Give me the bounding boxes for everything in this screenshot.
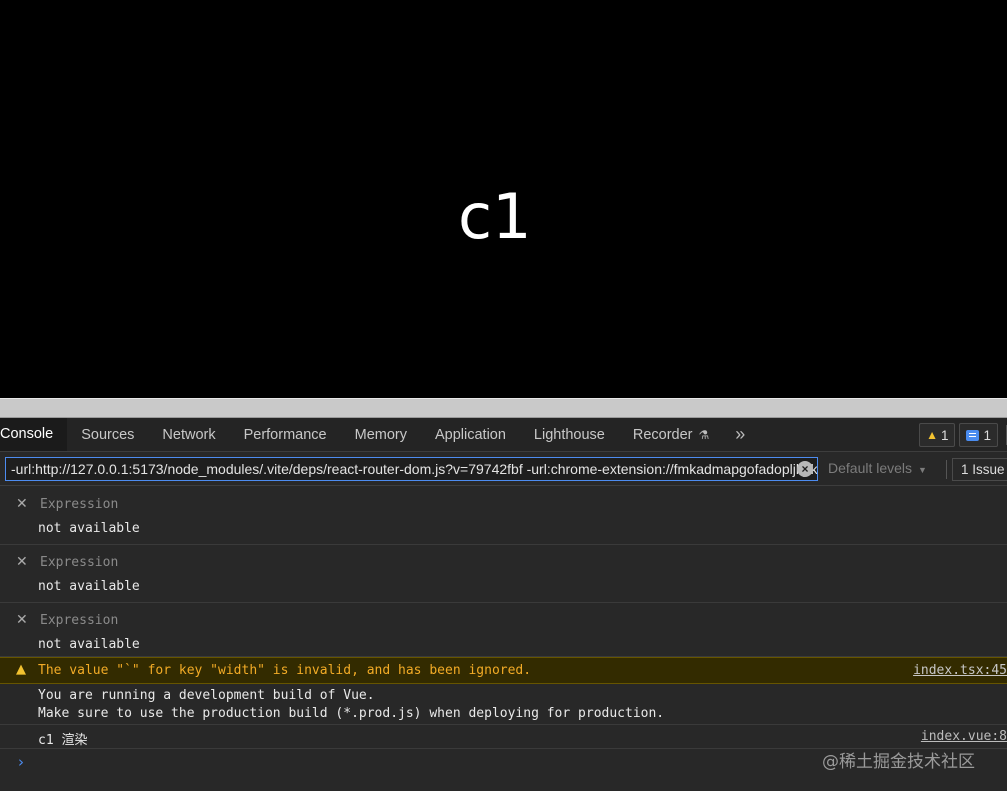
messages-counter-button[interactable]: 1 [959,423,998,447]
expression-value: not available [38,579,140,594]
source-link[interactable]: index.tsx:45 [913,663,1007,678]
live-expression: ✕ Expression not available [0,603,1007,657]
live-expression: ✕ Expression not available [0,545,1007,603]
tab-label: Sources [81,426,135,443]
warning-text: The value "`" for key "width" is invalid… [38,663,532,678]
more-tabs-chevron-icon[interactable]: » [723,418,757,451]
expression-label[interactable]: Expression [40,497,118,512]
tab-label: Network [162,426,216,443]
console-filter-input[interactable]: -url:http://127.0.0.1:5173/node_modules/… [5,457,818,481]
tab-label: Memory [354,426,407,443]
messages-count: 1 [983,427,991,443]
warnings-count: 1 [940,427,949,443]
tab-memory[interactable]: Memory [341,418,421,451]
flask-icon: ⚗ [698,427,710,442]
tab-performance[interactable]: Performance [230,418,341,451]
page-heading: c1 [458,180,532,253]
remove-expression-icon[interactable]: ✕ [16,496,28,512]
info-text-line: Make sure to use the production build (*… [38,706,665,721]
issues-label: 1 Issue [961,462,1005,477]
tab-recorder[interactable]: Recorder ⚗ [619,418,723,451]
log-levels-label: Default levels [828,460,913,476]
devtools-resize-splitter[interactable] [0,398,1007,418]
watermark: @稀土掘金技术社区 [822,752,975,772]
devtools-panel: Console Sources Network Performance Memo… [0,418,1007,791]
issues-button[interactable]: 1 Issue [952,458,1007,481]
clear-filter-icon[interactable]: × [797,461,813,477]
expression-value: not available [38,637,140,652]
info-text-line: You are running a development build of V… [38,688,375,703]
source-link[interactable]: index.vue:8 [921,729,1007,744]
console-warning-message: ▲ The value "`" for key "width" is inval… [0,657,1007,684]
expression-label[interactable]: Expression [40,613,118,628]
tab-label: Performance [243,426,327,443]
tab-label: Lighthouse [533,426,605,443]
page-viewport: c1 [0,0,1007,398]
caret-down-icon: ▼ [918,465,927,475]
tab-sources[interactable]: Sources [67,418,148,451]
warnings-counter-button[interactable]: ▲ 1 [919,423,956,447]
console-filterbar: -url:http://127.0.0.1:5173/node_modules/… [0,452,1007,486]
console-info-message: You are running a development build of V… [0,684,1007,725]
console-messages: ✕ Expression not available ✕ Expression … [0,487,1007,791]
console-prompt-icon[interactable]: › [18,753,24,771]
divider [946,460,947,479]
remove-expression-icon[interactable]: ✕ [16,612,28,628]
log-text: c1 渲染 [38,733,88,748]
tab-network[interactable]: Network [148,418,229,451]
tab-label: Console [0,425,54,442]
log-levels-dropdown[interactable]: Default levels ▼ [828,460,927,476]
expression-label[interactable]: Expression [40,555,118,570]
tab-console[interactable]: Console [0,418,68,451]
warning-icon: ▲ [16,662,26,677]
warning-icon: ▲ [926,428,938,442]
tab-label: Application [434,426,506,443]
expression-value: not available [38,521,140,536]
tab-application[interactable]: Application [421,418,520,451]
console-log-message: c1 渲染 index.vue:8 [0,725,1007,749]
live-expression: ✕ Expression not available [0,487,1007,545]
remove-expression-icon[interactable]: ✕ [16,554,28,570]
tab-label: Recorder [632,426,693,443]
tab-lighthouse[interactable]: Lighthouse [520,418,619,451]
devtools-tabbar: Console Sources Network Performance Memo… [0,418,1007,452]
message-icon [966,429,980,441]
